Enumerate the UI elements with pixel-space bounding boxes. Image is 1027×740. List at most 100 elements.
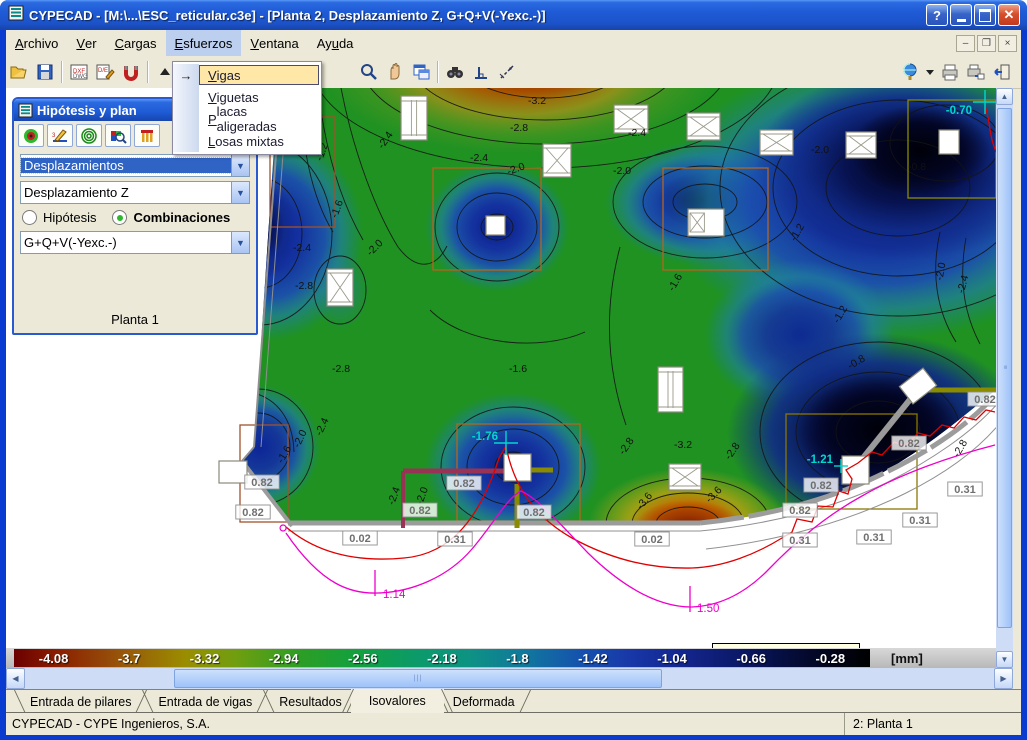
toolbar-separator (437, 61, 439, 83)
menu-cargas[interactable]: Cargas (106, 30, 166, 56)
contour-label: -2.8 (332, 363, 350, 375)
menu-gutter (173, 108, 199, 130)
contour-label: -0.8 (908, 161, 926, 173)
view-options-icon[interactable] (105, 124, 131, 147)
contour-label: -2.4 (293, 242, 311, 254)
toolbar-separator (147, 61, 149, 83)
esfuerzos-menu-dropdown: →VigasViguetasPlacas aligeradasLosas mix… (172, 61, 322, 155)
print-capture-button[interactable] (963, 59, 989, 85)
column-symbol (658, 367, 683, 412)
scroll-down-arrow[interactable]: ▼ (996, 651, 1013, 668)
columns-icon[interactable] (134, 124, 160, 147)
beam-value-label: 0.82 (251, 477, 272, 489)
print-button[interactable] (937, 59, 963, 85)
exit-button[interactable] (989, 59, 1015, 85)
colorbar-tick: -1.04 (657, 651, 687, 666)
svg-text:D/E: D/E (98, 68, 108, 74)
export-dxf-button[interactable]: DXFDWG (66, 59, 92, 85)
beam-value-label: 0.82 (789, 505, 810, 517)
tab-entrada-de-vigas[interactable]: Entrada de vigas (140, 690, 270, 713)
toolbar-separator (61, 61, 63, 83)
mdi-minimize-button[interactable]: – (956, 35, 975, 52)
contour-label: -3.2 (528, 95, 546, 107)
tab-isovalores[interactable]: Isovalores (351, 689, 444, 713)
menu-ayuda[interactable]: Ayuda (308, 30, 363, 56)
chevron-down-icon[interactable]: ▼ (231, 155, 249, 176)
beam-value-label: 0.82 (974, 394, 995, 406)
save-button[interactable] (32, 59, 58, 85)
reference-globe-button[interactable] (897, 59, 923, 85)
edit-beams-icon[interactable]: 3 (47, 124, 73, 147)
point-value-label: -0.70 (946, 105, 972, 117)
vertical-scrollbar[interactable]: ▲ ≡ ▼ (996, 88, 1013, 668)
window-title: CYPECAD - [M:\...\ESC_reticular.c3e] - [… (29, 8, 926, 23)
column-symbol (401, 96, 427, 140)
isovalues-icon[interactable] (18, 124, 44, 147)
panel-icon (18, 103, 33, 118)
colorbar-tick: -2.94 (269, 651, 299, 666)
help-button[interactable]: ? (926, 4, 948, 26)
beam-value-label: 0.82 (242, 507, 263, 519)
scroll-up-arrow[interactable]: ▲ (996, 88, 1013, 105)
category-combo[interactable]: Desplazamientos ▼ (20, 154, 250, 177)
minimize-button[interactable] (950, 4, 972, 26)
measure-button[interactable] (494, 59, 520, 85)
status-bar: CYPECAD - CYPE Ingenieros, S.A. 2: Plant… (6, 712, 1021, 735)
menu-item-placas-aligeradas[interactable]: Placas aligeradas (173, 108, 319, 130)
menu-archivo[interactable]: Archivo (6, 30, 67, 56)
copy-window-button[interactable] (408, 59, 434, 85)
mdi-close-button[interactable]: × (998, 35, 1017, 52)
menu-bar: ArchivoVerCargasEsfuerzosVentanaAyuda – … (6, 30, 1021, 57)
menu-item-vigas[interactable]: →Vigas (173, 64, 319, 86)
magnitude-combo[interactable]: Desplazamiento Z ▼ (20, 181, 250, 204)
point-value-label: -1.21 (807, 454, 834, 466)
scroll-right-arrow[interactable]: ▶ (994, 668, 1013, 689)
menu-ver[interactable]: Ver (67, 30, 105, 56)
mdi-window-buttons: – ❐ × (956, 30, 1021, 56)
magnitude-combo-value: Desplazamiento Z (21, 185, 231, 200)
colorbar-tick: -2.18 (427, 651, 457, 666)
zoom-button[interactable] (356, 59, 382, 85)
open-file-button[interactable] (6, 59, 32, 85)
horizontal-scrollbar[interactable]: ◀ ||| ▶ (6, 668, 1013, 689)
menu-ventana[interactable]: Ventana (241, 30, 307, 56)
color-scale-unit: [mm] (891, 648, 923, 668)
search-binoculars-button[interactable] (442, 59, 468, 85)
colorbar-tick: -3.32 (190, 651, 220, 666)
beam-value-label: 0.31 (954, 484, 975, 496)
vertical-scroll-thumb[interactable]: ≡ (997, 108, 1012, 628)
column-symbol (760, 130, 793, 155)
beam-value-label: 0.82 (810, 480, 831, 492)
column-symbol (846, 132, 876, 158)
orthogonal-button[interactable] (468, 59, 494, 85)
menu-item-losas-mixtas[interactable]: Losas mixtas (173, 130, 319, 152)
object-snap-magnet-button[interactable] (118, 59, 144, 85)
menu-arrow-icon: → (173, 64, 199, 86)
column-symbol (504, 454, 531, 481)
category-combo-value: Desplazamientos (21, 158, 231, 173)
contour-label: -2.4 (470, 152, 488, 164)
mdi-restore-button[interactable]: ❐ (977, 35, 996, 52)
hipotesis-radio[interactable] (22, 210, 37, 225)
rings-icon[interactable] (76, 124, 102, 147)
combinaciones-radio[interactable] (112, 210, 127, 225)
beam-value-label: 0.31 (789, 535, 810, 547)
edit-dxf-dwg-button[interactable]: D/E (92, 59, 118, 85)
tab-entrada-de-pilares[interactable]: Entrada de pilares (12, 690, 149, 713)
column-symbol (939, 130, 959, 154)
chevron-down-icon[interactable]: ▼ (231, 232, 249, 253)
close-button[interactable]: ✕ (998, 4, 1020, 26)
contour-label: -2.8 (510, 122, 528, 134)
column-symbol (327, 269, 353, 306)
maximize-button[interactable] (974, 4, 996, 26)
menu-esfuerzos[interactable]: Esfuerzos (166, 30, 242, 56)
globe-dropdown-arrow[interactable] (923, 59, 937, 85)
pan-hand-button[interactable] (382, 59, 408, 85)
app-icon (8, 5, 24, 26)
chevron-down-icon[interactable]: ▼ (231, 182, 249, 203)
scroll-left-arrow[interactable]: ◀ (6, 668, 25, 689)
hipotesis-radio-label[interactable]: Hipótesis (43, 210, 96, 225)
horizontal-scroll-thumb[interactable]: ||| (174, 669, 662, 688)
combinaciones-radio-label[interactable]: Combinaciones (133, 210, 230, 225)
combination-combo[interactable]: G+Q+V(-Yexc.-) ▼ (20, 231, 250, 254)
